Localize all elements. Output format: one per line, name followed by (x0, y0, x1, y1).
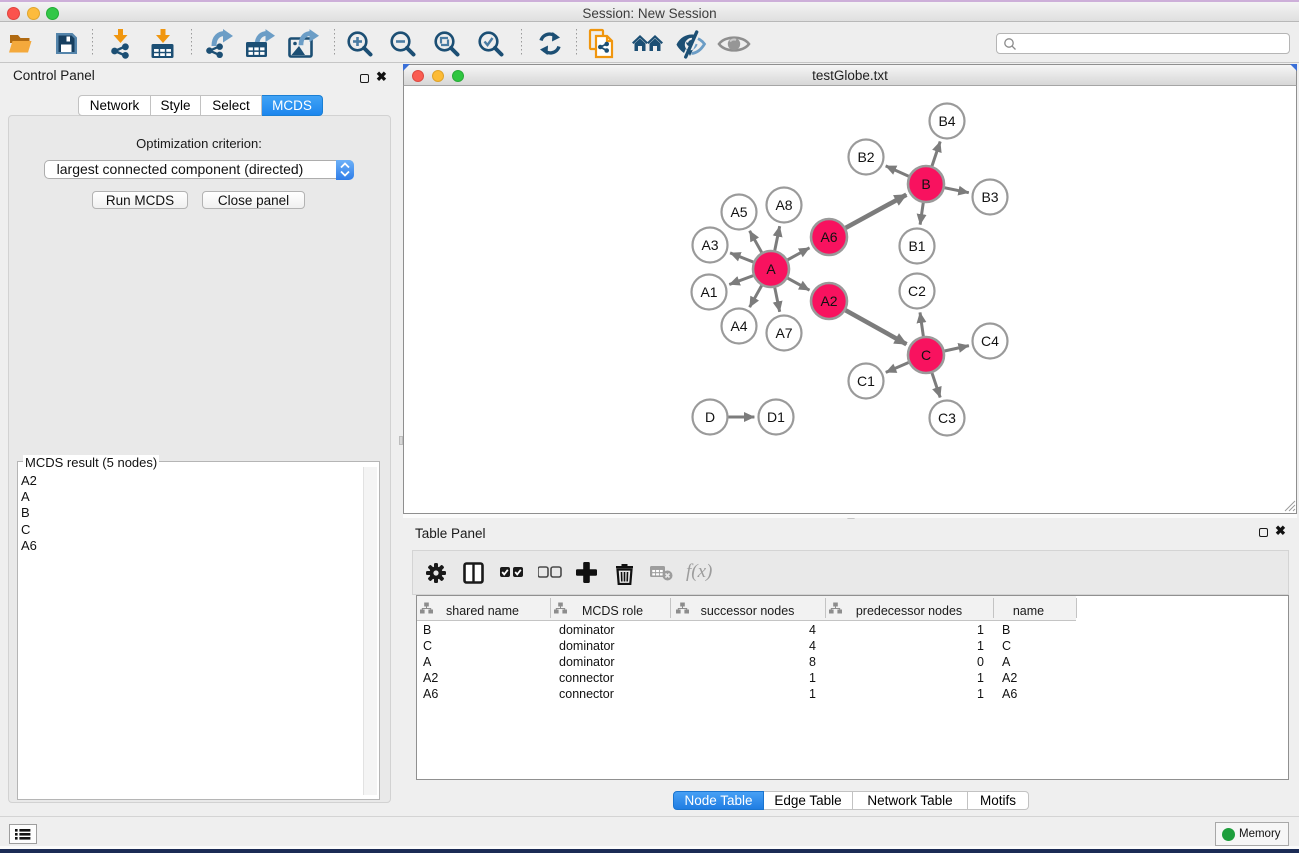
svg-text:A7: A7 (775, 325, 792, 341)
svg-text:B4: B4 (938, 113, 955, 129)
svg-text:B3: B3 (981, 189, 998, 205)
svg-text:B2: B2 (857, 149, 874, 165)
svg-text:C4: C4 (981, 333, 999, 349)
svg-text:C: C (921, 347, 931, 363)
svg-text:A3: A3 (701, 237, 718, 253)
svg-text:A: A (766, 261, 776, 277)
svg-text:A1: A1 (700, 284, 717, 300)
svg-text:B1: B1 (908, 238, 925, 254)
svg-text:D1: D1 (767, 409, 785, 425)
svg-text:C3: C3 (938, 410, 956, 426)
svg-text:A5: A5 (730, 204, 747, 220)
svg-text:B: B (921, 176, 930, 192)
svg-text:C2: C2 (908, 283, 926, 299)
svg-text:A4: A4 (730, 318, 747, 334)
svg-text:A2: A2 (820, 293, 837, 309)
svg-text:C1: C1 (857, 373, 875, 389)
svg-text:D: D (705, 409, 715, 425)
svg-text:A8: A8 (775, 197, 792, 213)
svg-text:A6: A6 (820, 229, 837, 245)
